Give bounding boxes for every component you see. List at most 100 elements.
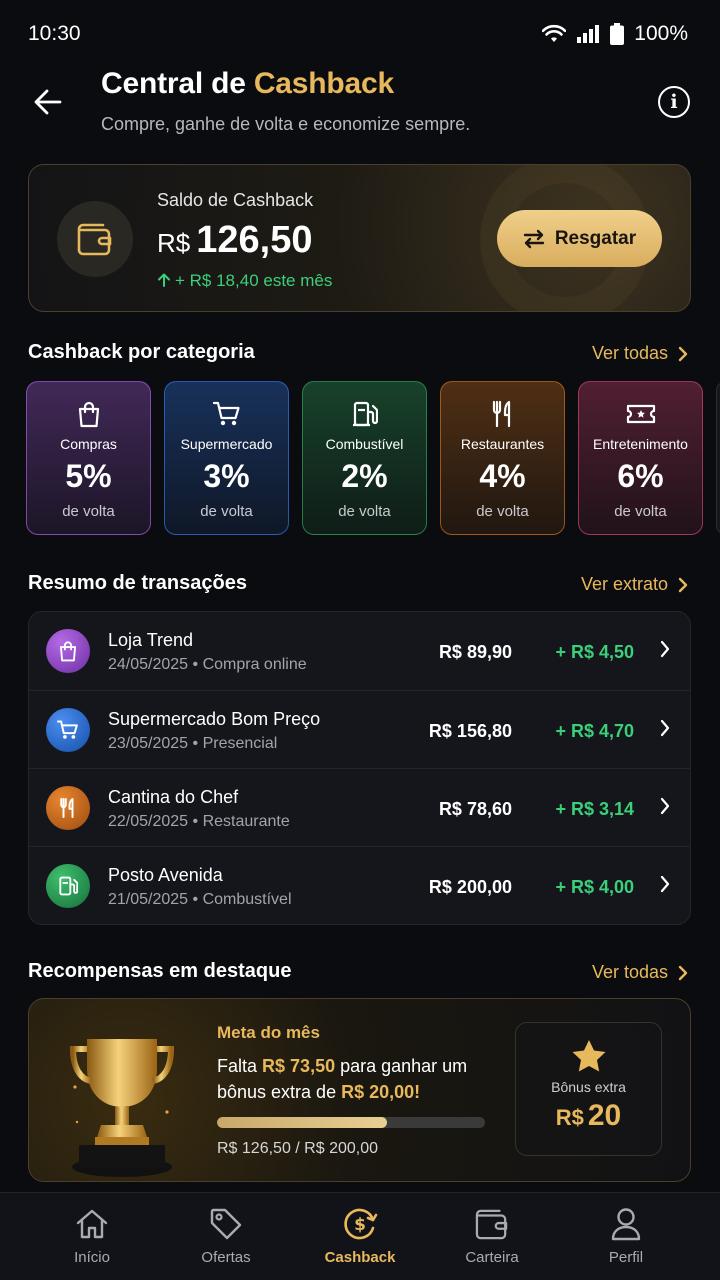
nav-label: Perfil [608,1249,644,1266]
category-percent: 2% [341,458,388,494]
transaction-meta: 24/05/2025 • Compra online [108,656,307,673]
chevron-right-icon [678,346,688,361]
transaction-amount: R$ 200,00 [428,877,512,897]
cart-icon [46,708,90,752]
transaction-amount: R$ 89,90 [438,642,512,662]
transaction-meta: 23/05/2025 • Presencial [108,735,278,752]
nav-item-carteira[interactable]: Carteira [420,1193,564,1280]
category-card-entretenimento[interactable]: Entretenimento 6% de volta [578,381,703,535]
bottom-nav: Início Ofertas $ Cashback Carteira Perfi… [0,1192,720,1280]
goal-text-1: Falta [217,1056,263,1076]
nav-item-cashback[interactable]: $ Cashback [288,1193,432,1280]
category-percent: 3% [203,458,250,494]
categories-see-all-link[interactable]: Ver todas [592,343,688,364]
transaction-cashback: + R$ 4,70 [555,721,634,741]
title-prefix: Central de [101,67,254,100]
balance-delta: + R$ 18,40 este mês [157,271,332,291]
star-icon [572,1040,605,1072]
statement-link[interactable]: Ver extrato [581,574,688,595]
balance-delta-text: + R$ 18,40 este mês [175,271,333,290]
bag-icon [46,629,90,673]
nav-item-perfil[interactable]: Perfil [554,1193,698,1280]
transaction-row[interactable]: Supermercado Bom Preço 23/05/2025 • Pres… [29,690,690,768]
transaction-name: Cantina do Chef [108,787,239,807]
category-name: Compras [60,436,117,452]
wallet-icon [474,1207,510,1241]
bonus-box: Bônus extra R$ 20 [515,1022,662,1156]
goal-progress-fill [217,1117,387,1128]
category-name: Entretenimento [593,436,688,452]
bonus-amount-value: 20 [587,1099,622,1132]
category-caption: de volta [476,503,529,520]
goal-title: Meta do mês [217,1023,320,1042]
home-icon [75,1207,109,1241]
transaction-amount: R$ 78,60 [438,799,512,819]
chevron-right-icon [660,797,670,815]
rewards-see-all-label: Ver todas [591,962,668,982]
transaction-row[interactable]: Posto Avenida 21/05/2025 • Combustível R… [29,846,690,924]
transaction-row[interactable]: Cantina do Chef 22/05/2025 • Restaurante… [29,768,690,846]
goal-missing-amount: R$ 73,50 [262,1056,336,1076]
category-card-combustivel[interactable]: Combustível 2% de volta [302,381,427,535]
arrow-up-icon [158,273,170,287]
wifi-icon [542,24,567,42]
balance-value: 126,50 [196,219,313,261]
cutlery-icon [46,786,90,830]
bonus-currency: R$ [555,1105,584,1130]
category-name: Restaurantes [460,436,545,452]
category-card-supermercado[interactable]: Supermercado 3% de volta [164,381,289,535]
nav-label: Início [74,1249,110,1266]
trophy-icon [69,1039,175,1177]
goal-progress-text: R$ 126,50 / R$ 200,00 [217,1140,379,1157]
arrow-left-icon [34,89,62,115]
category-percent: 6% [617,458,664,494]
monthly-goal-card[interactable]: Meta do mês Falta R$ 73,50 para ganhar u… [28,998,691,1182]
redeem-button[interactable]: Resgatar [497,210,662,267]
transaction-row[interactable]: Loja Trend 24/05/2025 • Compra online R$… [29,612,690,690]
wallet-icon [77,223,112,256]
category-caption: de volta [338,503,391,520]
status-icons: 100% [542,22,688,46]
bag-icon [77,400,101,428]
categories-see-all-label: Ver todas [591,343,668,363]
nav-label: Cashback [324,1249,396,1266]
battery-icon [610,23,625,45]
transaction-name: Loja Trend [108,630,194,650]
tag-icon [209,1207,243,1241]
rewards-title: Recompensas em destaque [28,960,292,982]
category-percent: 4% [479,458,526,494]
category-card-partial [716,381,720,535]
ticket-icon [626,400,656,428]
back-button[interactable] [28,82,68,122]
wallet-badge [57,201,133,277]
swap-icon [523,229,545,248]
chevron-right-icon [660,875,670,893]
category-percent: 5% [65,458,112,494]
category-card-restaurantes[interactable]: Restaurantes 4% de volta [440,381,565,535]
status-time: 10:30 [28,22,81,45]
cart-icon [212,400,241,428]
cutlery-icon [491,400,515,428]
nav-item-inicio[interactable]: Início [20,1193,164,1280]
balance-amount: R$ 126,50 [157,219,312,262]
goal-bonus-amount: R$ 20,00! [341,1082,421,1102]
category-caption: de volta [62,503,115,520]
info-button[interactable]: i [658,86,690,118]
redeem-label: Resgatar [554,227,637,249]
cashback-icon: $ [342,1207,378,1241]
chevron-right-icon [660,719,670,737]
page-title: Central de Cashback [101,67,394,101]
category-card-compras[interactable]: Compras 5% de volta [26,381,151,535]
info-icon: i [670,91,678,113]
transaction-meta: 21/05/2025 • Combustível [108,891,292,908]
nav-item-ofertas[interactable]: Ofertas [154,1193,298,1280]
transaction-cashback: + R$ 3,14 [555,799,634,819]
rewards-see-all-link[interactable]: Ver todas [592,962,688,983]
fuel-icon [46,864,90,908]
chevron-right-icon [660,640,670,658]
transaction-cashback: + R$ 4,00 [555,877,634,897]
balance-card: Saldo de Cashback R$ 126,50 + R$ 18,40 es… [28,164,691,312]
balance-currency: R$ [157,228,191,258]
transaction-name: Posto Avenida [108,865,223,885]
category-name: Supermercado [180,436,273,452]
